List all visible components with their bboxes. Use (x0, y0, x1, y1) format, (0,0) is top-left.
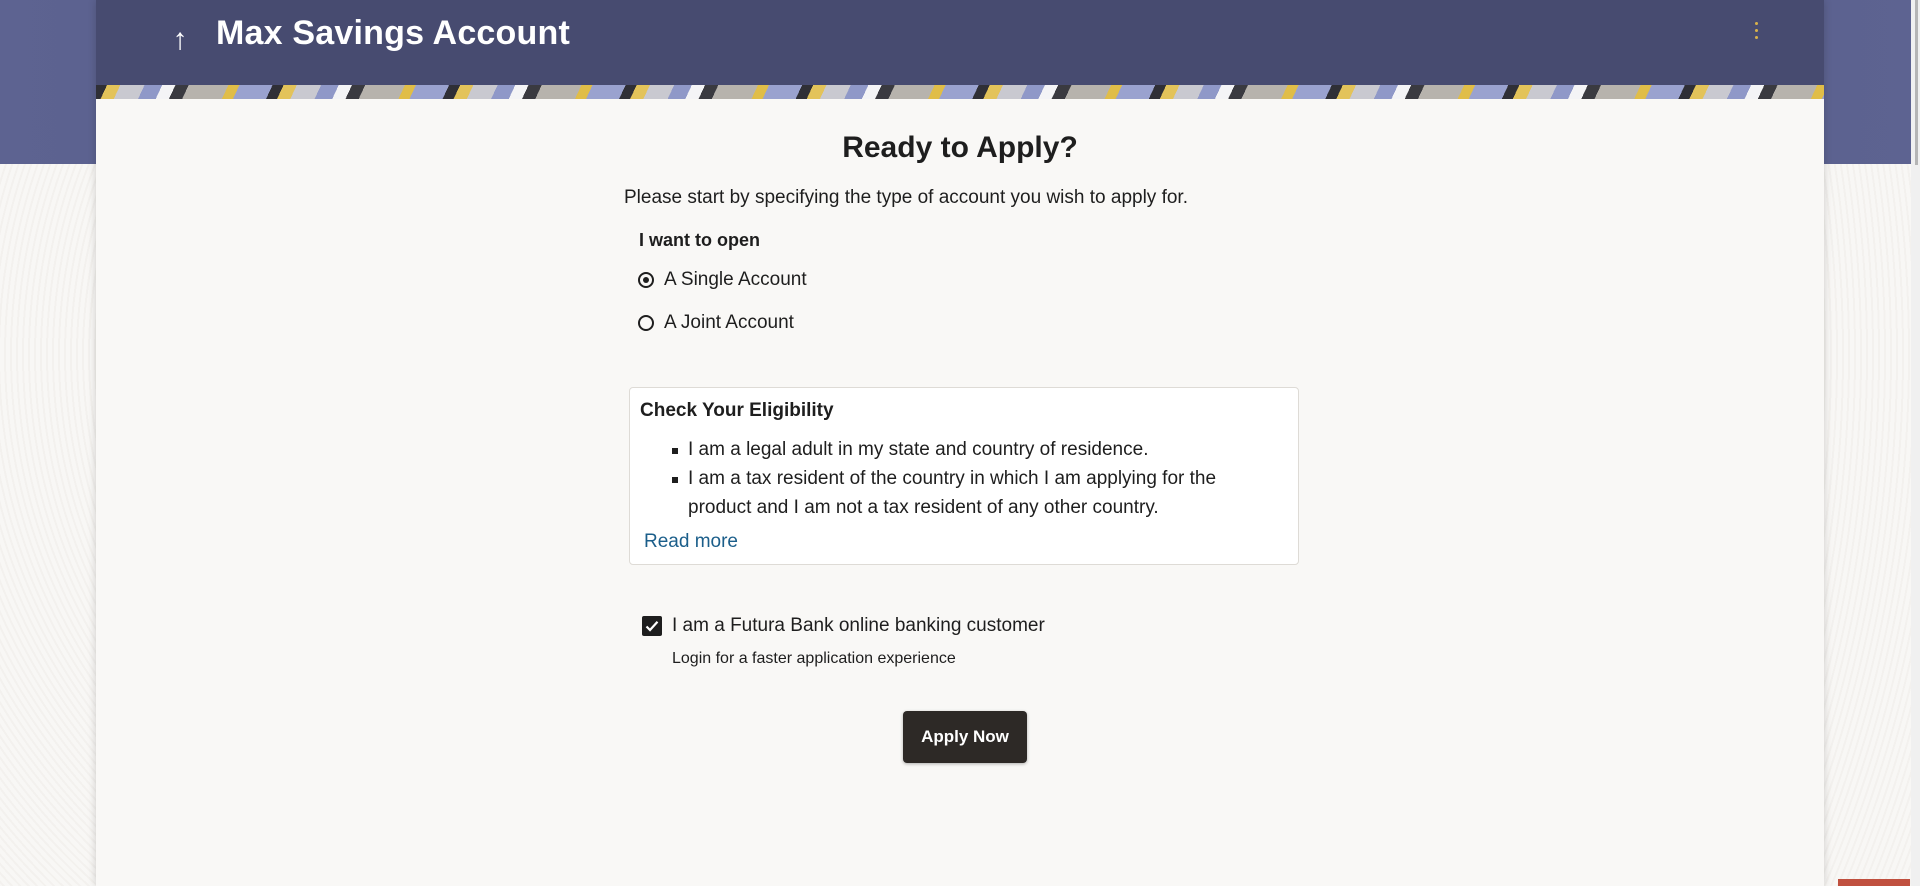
radio-single-account[interactable]: A Single Account (638, 269, 807, 291)
page-title: Max Savings Account (216, 14, 570, 52)
radio-label: A Single Account (664, 269, 807, 290)
kebab-menu-icon[interactable] (1746, 18, 1766, 48)
account-type-label: I want to open (639, 230, 760, 250)
eligibility-list: I am a legal adult in my state and count… (640, 435, 1240, 522)
radio-button[interactable] (638, 315, 654, 331)
main-heading: Ready to Apply? (842, 131, 1078, 164)
read-more-link[interactable]: Read more (644, 531, 738, 553)
eligibility-title: Check Your Eligibility (640, 400, 834, 421)
scrollbar-thumb[interactable] (1915, 0, 1918, 165)
radio-joint-account[interactable]: A Joint Account (638, 312, 794, 334)
checkmark-icon (645, 621, 659, 632)
login-hint-text: Login for a faster application experienc… (672, 650, 956, 667)
radio-label: A Joint Account (664, 312, 794, 333)
radio-button-checked[interactable] (638, 272, 654, 288)
subtitle-text: Please start by specifying the type of a… (624, 187, 1188, 208)
header-bar: ↑ Max Savings Account (96, 0, 1824, 85)
online-customer-label: I am a Futura Bank online banking custom… (672, 615, 1045, 636)
online-customer-checkbox-row[interactable]: I am a Futura Bank online banking custom… (642, 615, 1045, 637)
feedback-tab[interactable] (1838, 879, 1910, 886)
eligibility-item: I am a legal adult in my state and count… (640, 435, 1240, 464)
eligibility-item: I am a tax resident of the country in wh… (640, 464, 1240, 522)
apply-now-button[interactable]: Apply Now (903, 711, 1027, 763)
checkbox-checked[interactable] (642, 616, 662, 636)
app-container: ↑ Max Savings Account Ready to Apply? Pl… (96, 0, 1824, 886)
up-arrow-icon[interactable]: ↑ (162, 18, 198, 62)
decorative-banner (96, 85, 1824, 99)
eligibility-card: Check Your Eligibility I am a legal adul… (629, 387, 1299, 565)
